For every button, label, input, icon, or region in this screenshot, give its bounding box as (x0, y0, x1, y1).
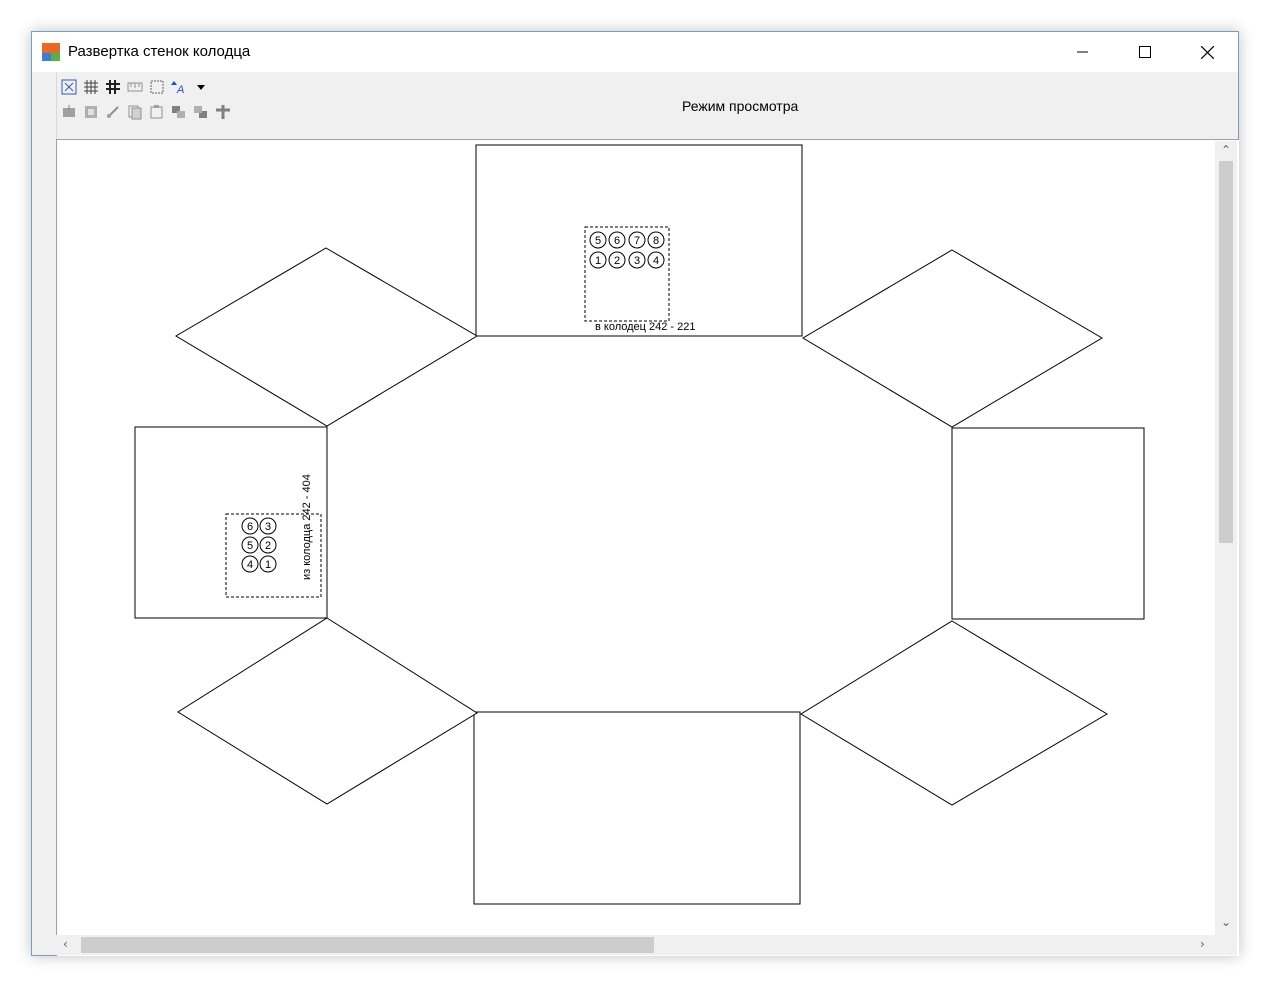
left-wall (134, 426, 328, 619)
app-icon (42, 43, 60, 61)
move-back-icon[interactable] (170, 103, 188, 121)
port-label: 6 (614, 235, 620, 247)
edit-icon[interactable] (104, 103, 122, 121)
close-button[interactable] (1176, 32, 1238, 72)
port-label: 4 (653, 255, 659, 267)
port-label: 6 (247, 521, 253, 533)
bottom-wall (473, 711, 801, 905)
top-wall-label: в колодец 242 - 221 (595, 321, 696, 333)
port-label: 8 (653, 235, 659, 247)
move-front-icon[interactable] (192, 103, 210, 121)
left-wall-label: из колодца 242 - 404 (301, 474, 313, 580)
maximize-icon (1139, 46, 1151, 58)
cross-icon[interactable] (214, 103, 232, 121)
scroll-down-icon[interactable]: ⌄ (1221, 915, 1231, 929)
left-panel (32, 72, 57, 955)
ruler-icon[interactable] (126, 78, 144, 96)
scroll-up-icon[interactable]: ⌃ (1221, 143, 1231, 157)
window-title: Развертка стенок колодца (68, 43, 251, 60)
top-right-wall (802, 249, 1103, 428)
port-label: 3 (634, 255, 640, 267)
scroll-right-icon[interactable]: › (1200, 937, 1205, 951)
select-icon[interactable] (60, 78, 78, 96)
minimize-button[interactable] (1052, 32, 1114, 72)
port-label: 5 (247, 540, 253, 552)
svg-text:A: A (176, 84, 184, 95)
drawing-canvas[interactable]: 5 6 7 8 1 2 3 4 в колодец 242 - 221 6 5 … (56, 139, 1239, 956)
port-label: 7 (634, 235, 640, 247)
minimize-icon (1077, 51, 1088, 53)
toolbar: A Режим просмотра (32, 72, 1238, 139)
maximize-button[interactable] (1114, 32, 1176, 72)
port-label: 3 (265, 521, 271, 533)
window: Развертка стенок колодца A Режим просмот… (31, 31, 1239, 956)
bottom-left-wall (177, 617, 478, 805)
port-label: 2 (265, 540, 271, 552)
well-unfold-drawing: 5 6 7 8 1 2 3 4 в колодец 242 - 221 6 5 … (134, 144, 1145, 905)
toolbar-row-2 (60, 103, 232, 121)
vertical-scroll-thumb[interactable] (1219, 161, 1233, 543)
bottom-right-wall (800, 620, 1108, 806)
horizontal-scrollbar[interactable]: ‹ › (56, 935, 1215, 955)
dropdown-arrow-icon[interactable] (192, 78, 210, 96)
paste-icon[interactable] (148, 103, 166, 121)
insert-group-icon[interactable] (82, 103, 100, 121)
insert-icon[interactable] (60, 103, 78, 121)
vertical-scrollbar[interactable]: ⌃ ⌄ (1215, 141, 1237, 935)
port-label: 1 (595, 255, 601, 267)
scroll-corner (1215, 935, 1237, 955)
close-icon (1200, 45, 1214, 59)
scroll-left-icon[interactable]: ‹ (63, 937, 68, 951)
copy-icon[interactable] (126, 103, 144, 121)
title-bar[interactable]: Развертка стенок колодца (32, 32, 1238, 72)
horizontal-scroll-thumb[interactable] (81, 937, 654, 953)
right-wall (951, 427, 1145, 620)
grid-icon[interactable] (82, 78, 100, 96)
grid-bold-icon[interactable] (104, 78, 122, 96)
port-label: 1 (265, 559, 271, 571)
top-left-wall (175, 247, 478, 427)
sort-text-icon[interactable]: A (170, 78, 188, 96)
port-label: 5 (595, 235, 601, 247)
toolbar-row-1: A (60, 78, 210, 96)
port-label: 2 (614, 255, 620, 267)
mode-label: Режим просмотра (682, 98, 799, 114)
port-label: 4 (247, 559, 253, 571)
frame-icon[interactable] (148, 78, 166, 96)
